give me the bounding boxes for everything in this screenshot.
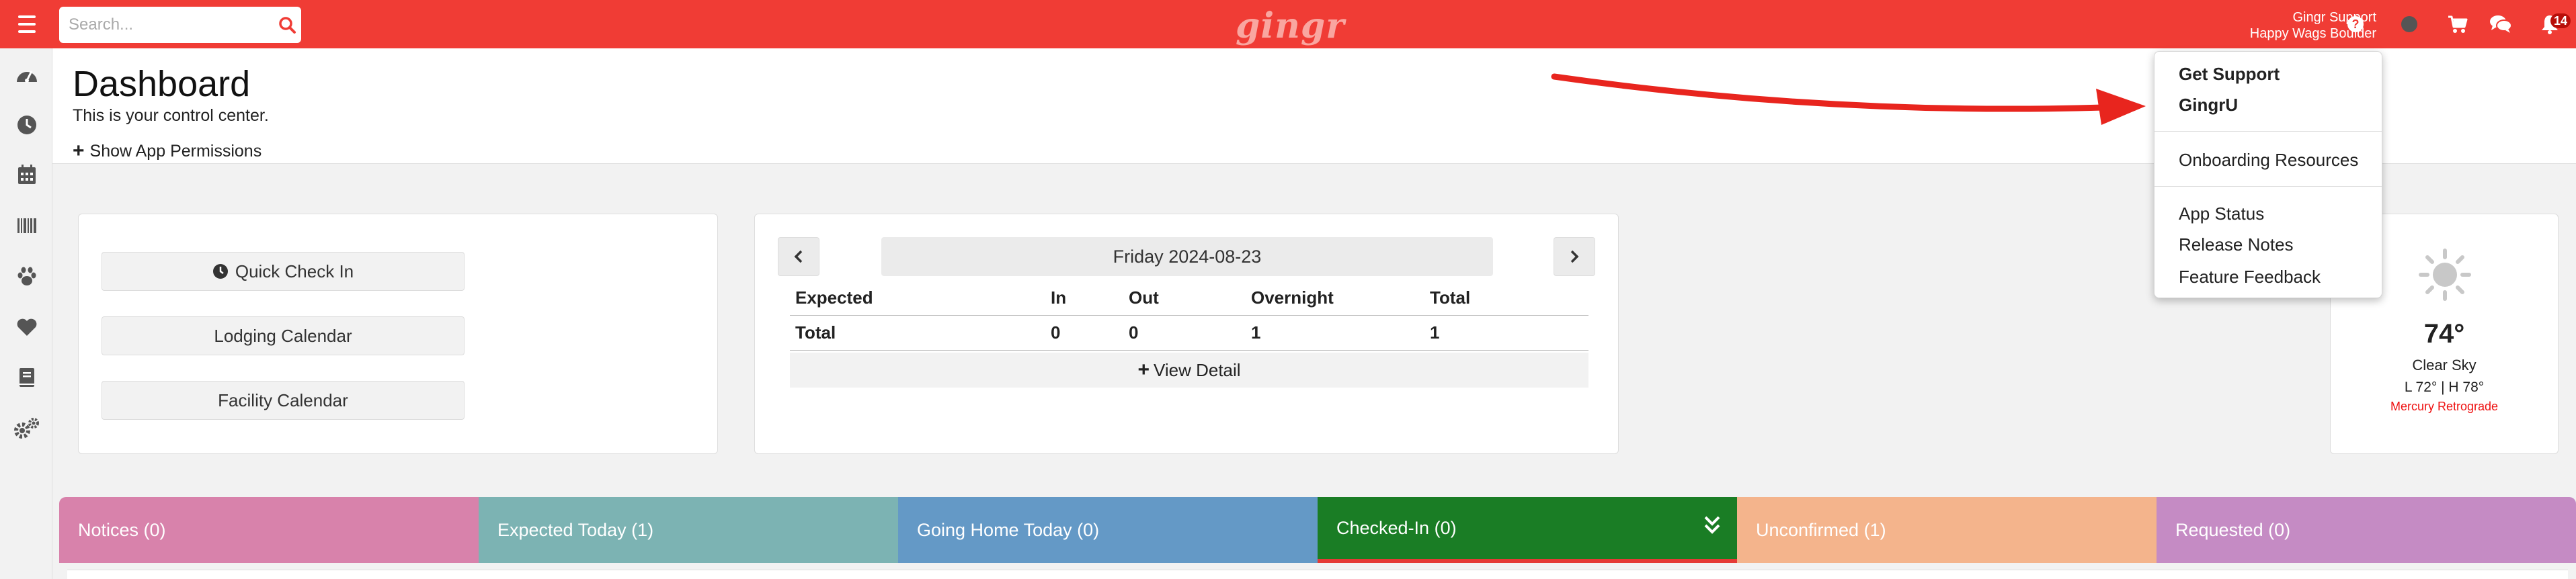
daily-summary-panel: Friday 2024-08-23 Expected In Out Overni… [754, 214, 1619, 454]
table-row: Total 0 0 1 1 [790, 315, 1588, 351]
chevron-left-icon [794, 250, 803, 263]
dashboard-icon[interactable] [13, 61, 40, 88]
book-icon[interactable] [13, 364, 40, 391]
menu-item-get-support[interactable]: Get Support [2179, 64, 2280, 85]
status-dot-icon[interactable] [2397, 12, 2421, 36]
tab-label: Notices (0) [78, 519, 166, 540]
view-detail-button[interactable]: + View Detail [790, 353, 1588, 388]
cart-icon[interactable] [2446, 12, 2470, 36]
search-icon[interactable] [277, 15, 297, 35]
page-title: Dashboard [73, 64, 251, 104]
top-bar: gingr Gingr Support Happy Wags Boulder ?… [0, 0, 2576, 48]
tab-label: Checked-In (0) [1336, 517, 1457, 538]
status-tabs: Notices (0) Expected Today (1) Going Hom… [59, 497, 2576, 563]
summary-table: Expected In Out Overnight Total Total 0 … [790, 281, 1588, 351]
weather-range: L 72° | H 78° [2404, 380, 2485, 395]
tab-label: Requested (0) [2175, 519, 2291, 540]
table-cell: 1 [1424, 315, 1588, 351]
tab-label: Expected Today (1) [497, 519, 654, 540]
chevron-right-icon [1570, 250, 1579, 263]
clock-icon [212, 263, 229, 279]
support-dropdown-menu: Get Support GingrU Onboarding Resources … [2154, 51, 2382, 298]
quick-check-in-label: Quick Check In [235, 261, 354, 281]
sidebar [0, 48, 52, 579]
quick-actions-panel: Quick Check In Lodging Calendar Facility… [78, 214, 718, 454]
weather-temperature: 74° [2423, 319, 2465, 349]
menu-item-feature-feedback[interactable]: Feature Feedback [2179, 267, 2321, 287]
search-input[interactable] [69, 15, 277, 34]
column-header: Expected [790, 281, 1045, 316]
clock-icon[interactable] [13, 112, 40, 138]
notification-count-badge: 14 [2550, 13, 2571, 28]
tab-content-area [67, 570, 2568, 579]
menu-item-gingru[interactable]: GingrU [2179, 95, 2238, 116]
quick-check-in-button[interactable]: Quick Check In [102, 252, 465, 291]
menu-item-release-notes[interactable]: Release Notes [2179, 234, 2294, 255]
tab-label: Going Home Today (0) [917, 519, 1100, 540]
annotation-arrow-icon [1551, 73, 2146, 125]
gears-icon[interactable] [13, 415, 40, 442]
menu-item-onboarding-resources[interactable]: Onboarding Resources [2179, 150, 2358, 171]
facility-calendar-button[interactable]: Facility Calendar [102, 381, 465, 420]
chat-icon[interactable] [2489, 12, 2513, 36]
lodging-calendar-button[interactable]: Lodging Calendar [102, 316, 465, 355]
view-detail-label: View Detail [1153, 359, 1241, 380]
weather-condition: Clear Sky [2412, 357, 2477, 373]
tab-label: Unconfirmed (1) [1756, 519, 1886, 540]
menu-divider [2155, 186, 2382, 187]
show-app-permissions-label: Show App Permissions [89, 141, 262, 161]
weather-note: Mercury Retrograde [2390, 400, 2499, 413]
column-header: Out [1123, 281, 1246, 316]
show-app-permissions-link[interactable]: + Show App Permissions [73, 140, 261, 163]
menu-item-app-status[interactable]: App Status [2179, 204, 2264, 224]
heart-icon[interactable] [13, 314, 40, 341]
menu-divider [2155, 131, 2382, 132]
column-header: In [1045, 281, 1123, 316]
svg-text:?: ? [2352, 17, 2360, 31]
column-header: Total [1424, 281, 1588, 316]
tab-going-home-today[interactable]: Going Home Today (0) [898, 497, 1318, 563]
summary-header-row: Expected In Out Overnight Total [790, 281, 1588, 316]
plus-icon: + [1137, 359, 1150, 381]
tab-requested[interactable]: Requested (0) [2157, 497, 2576, 563]
table-cell: 1 [1246, 315, 1424, 351]
plus-icon: + [73, 140, 85, 162]
tab-checked-in[interactable]: Checked-In (0) [1318, 497, 1737, 563]
sun-icon [2418, 248, 2472, 302]
paw-icon[interactable] [13, 263, 40, 290]
hamburger-menu-icon[interactable] [12, 11, 42, 38]
tab-expected-today[interactable]: Expected Today (1) [479, 497, 898, 563]
table-cell: Total [790, 315, 1045, 351]
tab-unconfirmed[interactable]: Unconfirmed (1) [1737, 497, 2157, 563]
notifications-bell-icon[interactable]: 14 [2529, 12, 2571, 36]
page-subtitle: This is your control center. [73, 106, 269, 125]
current-date: Friday 2024-08-23 [881, 237, 1493, 276]
help-icon[interactable]: ? [2343, 12, 2368, 36]
table-cell: 0 [1045, 315, 1123, 351]
tab-notices[interactable]: Notices (0) [59, 497, 479, 563]
column-header: Overnight [1246, 281, 1424, 316]
next-day-button[interactable] [1554, 237, 1595, 276]
double-chevron-down-icon[interactable] [1703, 515, 1721, 537]
barcode-icon[interactable] [13, 212, 40, 239]
table-cell: 0 [1123, 315, 1246, 351]
calendar-icon[interactable] [13, 161, 40, 188]
gingr-logo[interactable]: gingr [1236, 5, 1345, 46]
previous-day-button[interactable] [778, 237, 819, 276]
search-box[interactable] [59, 7, 301, 43]
